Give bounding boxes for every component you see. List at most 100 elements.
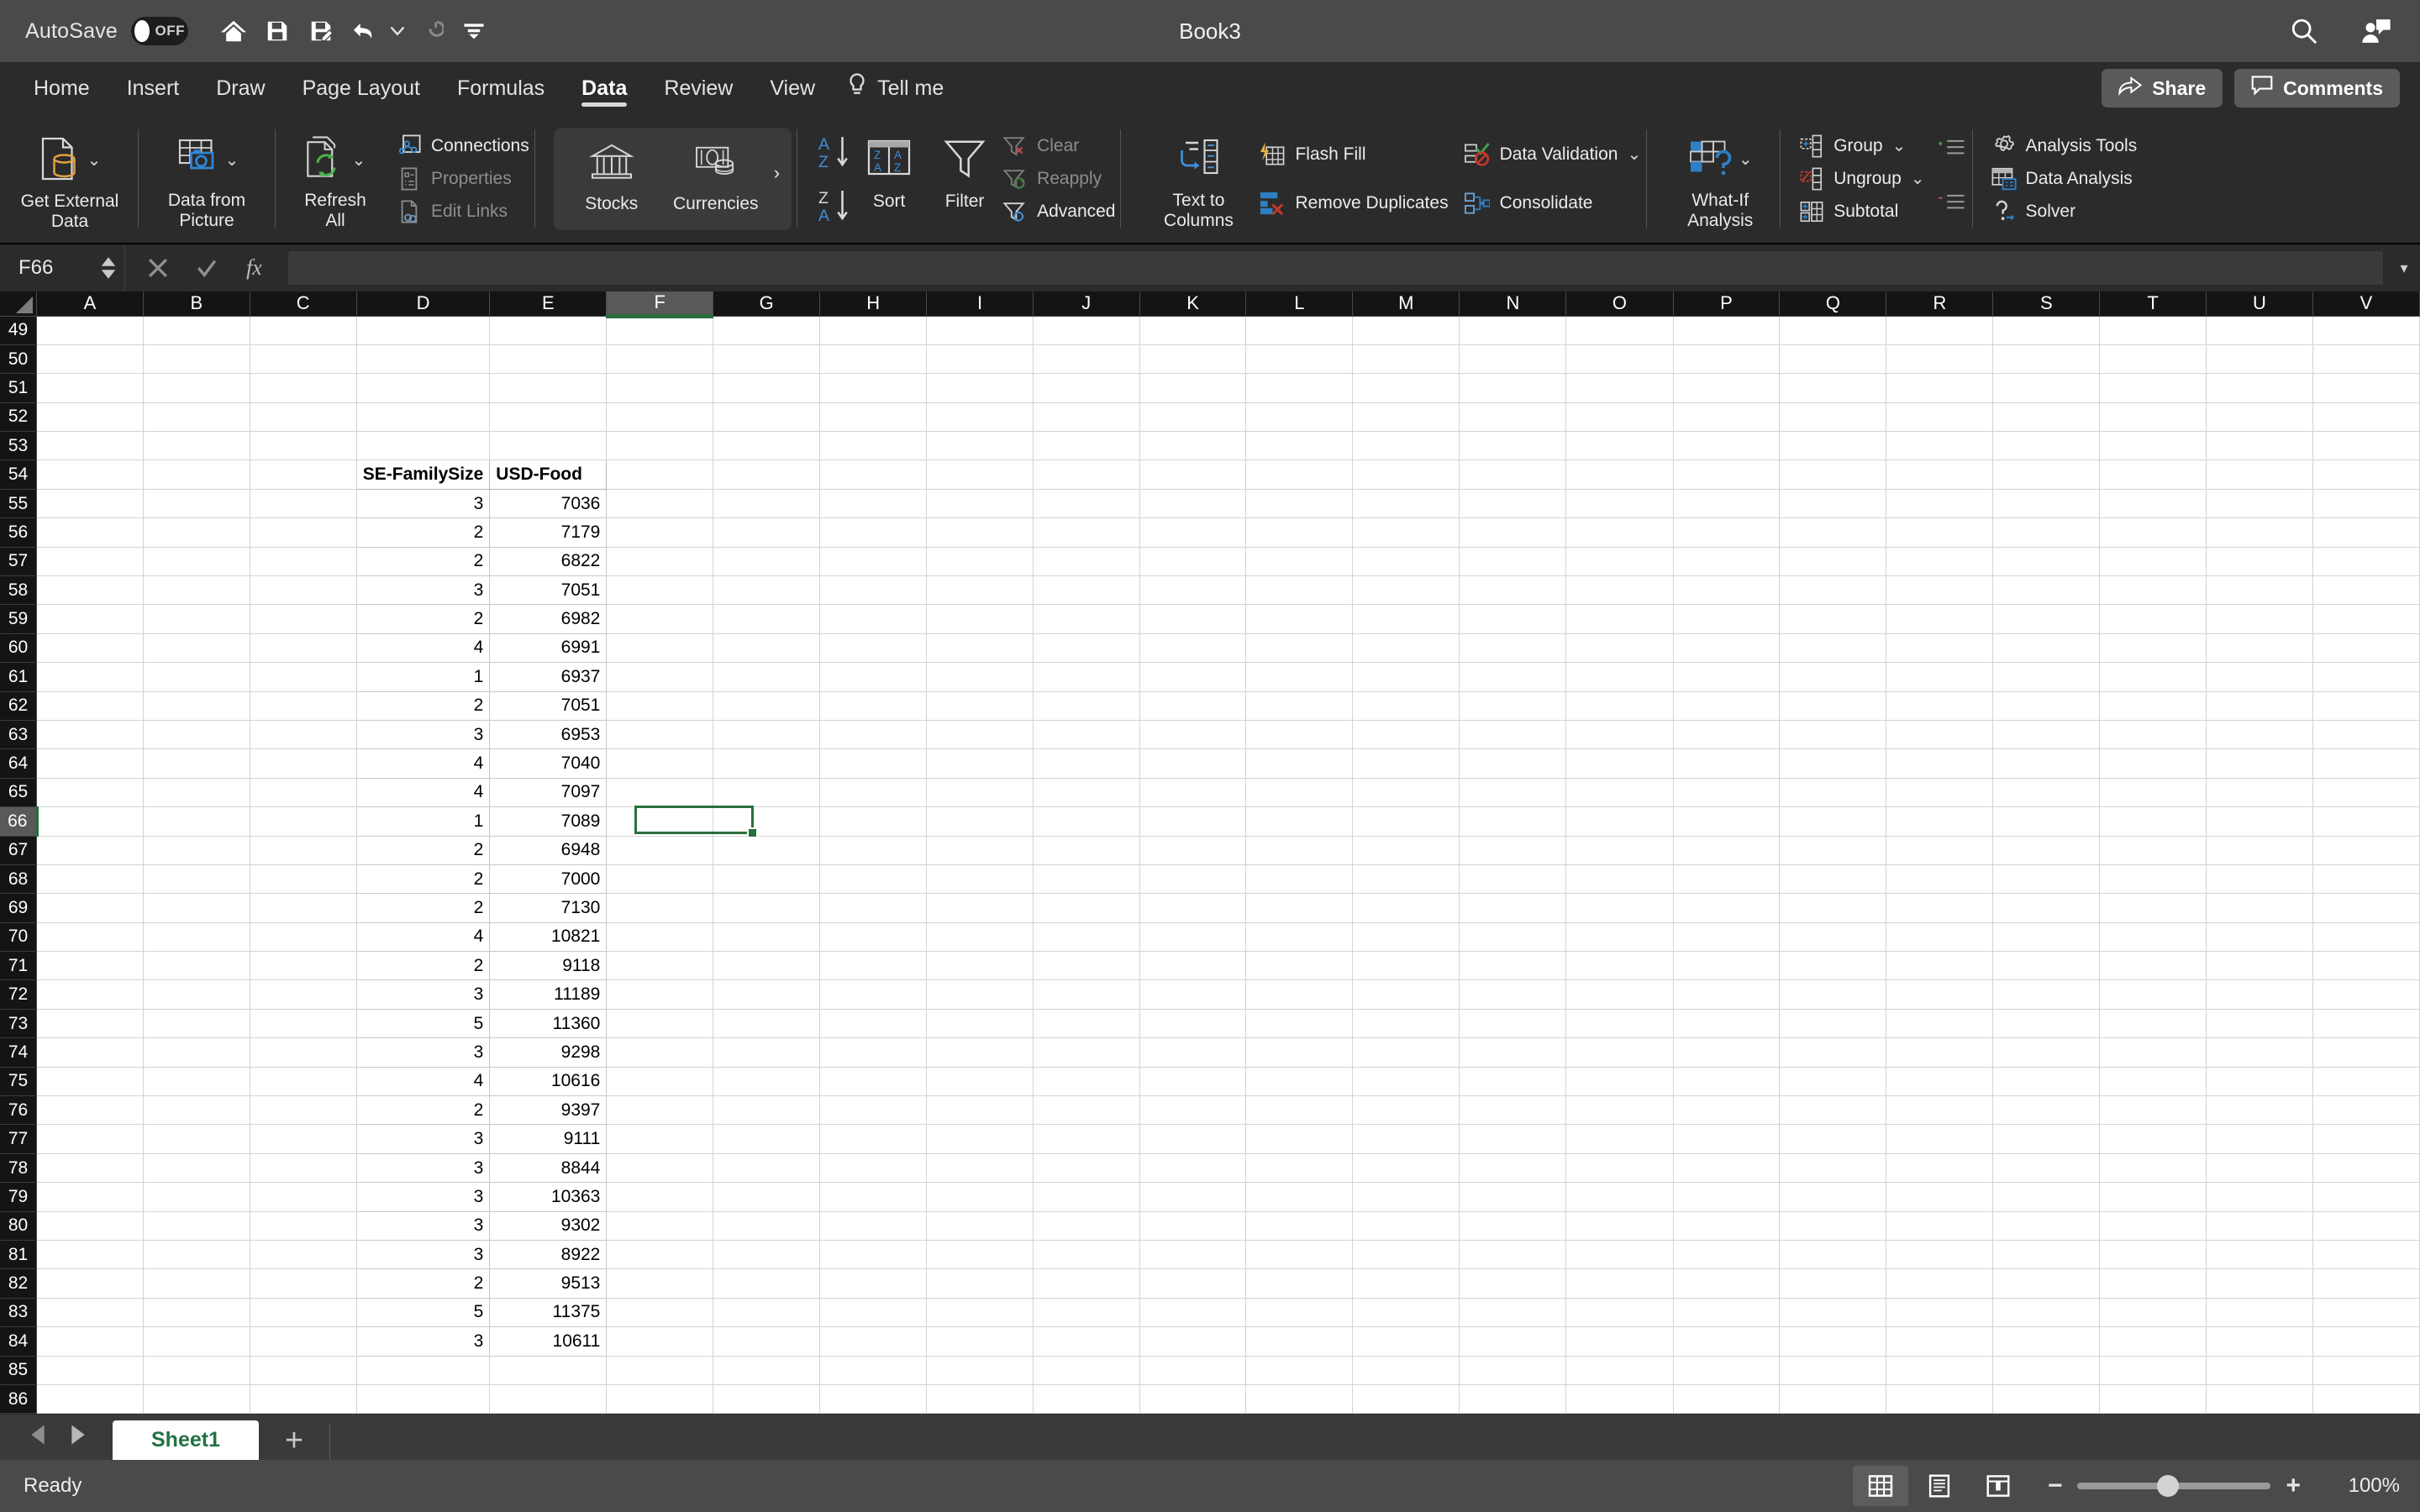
cell-Q67[interactable] xyxy=(1779,836,1887,865)
cell-U73[interactable] xyxy=(2206,1009,2313,1039)
cell-U79[interactable] xyxy=(2206,1182,2313,1212)
cell-N72[interactable] xyxy=(1459,979,1567,1010)
cell-K75[interactable] xyxy=(1139,1067,1247,1097)
column-header-M[interactable]: M xyxy=(1352,291,1460,317)
cell-A64[interactable] xyxy=(36,748,144,779)
cell-B66[interactable] xyxy=(143,806,250,837)
cell-N60[interactable] xyxy=(1459,633,1567,664)
cell-R65[interactable] xyxy=(1886,778,1994,808)
cell-C80[interactable] xyxy=(250,1211,357,1242)
cell-M55[interactable] xyxy=(1352,489,1460,519)
cell-U76[interactable] xyxy=(2206,1095,2313,1126)
remove-duplicates-button[interactable]: Remove Duplicates xyxy=(1257,186,1449,220)
column-header-D[interactable]: D xyxy=(356,291,491,317)
cell-M61[interactable] xyxy=(1352,662,1460,692)
cell-H74[interactable] xyxy=(819,1037,928,1068)
cell-U77[interactable] xyxy=(2206,1124,2313,1154)
cell-M84[interactable] xyxy=(1352,1326,1460,1357)
cell-S82[interactable] xyxy=(1992,1268,2101,1299)
row-header-53[interactable]: 53 xyxy=(0,431,38,461)
cell-O63[interactable] xyxy=(1565,720,1674,750)
cell-J52[interactable] xyxy=(1033,402,1140,433)
cell-E64[interactable]: 7040 xyxy=(489,748,608,779)
cell-J73[interactable] xyxy=(1033,1009,1140,1039)
cell-U75[interactable] xyxy=(2206,1067,2313,1097)
cell-A55[interactable] xyxy=(36,489,144,519)
cell-E56[interactable]: 7179 xyxy=(489,517,608,548)
cell-J84[interactable] xyxy=(1033,1326,1140,1357)
share-button[interactable]: Share xyxy=(2102,69,2223,108)
cell-T62[interactable] xyxy=(2099,691,2207,721)
cell-V58[interactable] xyxy=(2312,575,2420,606)
cell-H76[interactable] xyxy=(819,1095,928,1126)
cell-L73[interactable] xyxy=(1245,1009,1354,1039)
cell-A61[interactable] xyxy=(36,662,144,692)
cell-V61[interactable] xyxy=(2312,662,2420,692)
cell-T81[interactable] xyxy=(2099,1240,2207,1270)
cell-L51[interactable] xyxy=(1245,373,1354,403)
cell-J74[interactable] xyxy=(1033,1037,1140,1068)
analysis-tools-button[interactable]: Analysis Tools xyxy=(1991,133,2137,160)
cell-V57[interactable] xyxy=(2312,547,2420,577)
cell-L85[interactable] xyxy=(1245,1356,1354,1385)
column-header-K[interactable]: K xyxy=(1139,291,1247,317)
cell-U72[interactable] xyxy=(2206,979,2313,1010)
cell-C85[interactable] xyxy=(250,1356,357,1385)
cell-A58[interactable] xyxy=(36,575,144,606)
cell-I74[interactable] xyxy=(926,1037,1034,1068)
comments-button[interactable]: Comments xyxy=(2234,69,2400,108)
cell-N67[interactable] xyxy=(1459,836,1567,865)
cell-U62[interactable] xyxy=(2206,691,2313,721)
cell-K68[interactable] xyxy=(1139,864,1247,895)
cell-O53[interactable] xyxy=(1565,431,1674,461)
cell-S60[interactable] xyxy=(1992,633,2101,664)
cell-U70[interactable] xyxy=(2206,922,2313,953)
cell-O84[interactable] xyxy=(1565,1326,1674,1357)
cell-A74[interactable] xyxy=(36,1037,144,1068)
cell-T70[interactable] xyxy=(2099,922,2207,953)
column-header-R[interactable]: R xyxy=(1886,291,1994,317)
cell-U63[interactable] xyxy=(2206,720,2313,750)
cell-G78[interactable] xyxy=(713,1153,821,1184)
cell-V63[interactable] xyxy=(2312,720,2420,750)
cell-K62[interactable] xyxy=(1139,691,1247,721)
cell-F52[interactable] xyxy=(606,402,714,433)
cell-T58[interactable] xyxy=(2099,575,2207,606)
cell-K82[interactable] xyxy=(1139,1268,1247,1299)
cell-T57[interactable] xyxy=(2099,547,2207,577)
cell-J83[interactable] xyxy=(1033,1298,1140,1328)
cell-Q69[interactable] xyxy=(1779,893,1887,923)
cell-H80[interactable] xyxy=(819,1211,928,1242)
cell-R51[interactable] xyxy=(1886,373,1994,403)
cell-J67[interactable] xyxy=(1033,836,1140,865)
cell-I75[interactable] xyxy=(926,1067,1034,1097)
cell-L76[interactable] xyxy=(1245,1095,1354,1126)
cell-E71[interactable]: 9118 xyxy=(489,951,608,981)
cell-B73[interactable] xyxy=(143,1009,250,1039)
row-header-76[interactable]: 76 xyxy=(0,1095,38,1126)
cell-N85[interactable] xyxy=(1459,1356,1567,1385)
cell-I81[interactable] xyxy=(926,1240,1034,1270)
cell-P50[interactable] xyxy=(1673,344,1781,375)
cell-T73[interactable] xyxy=(2099,1009,2207,1039)
next-sheet-icon[interactable] xyxy=(69,1424,87,1450)
cell-I66[interactable] xyxy=(926,806,1034,837)
cell-A60[interactable] xyxy=(36,633,144,664)
cell-D61[interactable]: 1 xyxy=(355,662,491,692)
cell-D60[interactable]: 4 xyxy=(355,633,491,664)
cell-P72[interactable] xyxy=(1673,979,1781,1010)
cell-V79[interactable] xyxy=(2312,1182,2420,1212)
cell-A68[interactable] xyxy=(36,864,144,895)
cell-L54[interactable] xyxy=(1245,459,1354,490)
tab-view[interactable]: View xyxy=(751,62,834,114)
cell-P58[interactable] xyxy=(1673,575,1781,606)
cell-P52[interactable] xyxy=(1673,402,1781,433)
cell-S67[interactable] xyxy=(1992,836,2101,865)
cell-Q72[interactable] xyxy=(1779,979,1887,1010)
cell-M75[interactable] xyxy=(1352,1067,1460,1097)
cell-V76[interactable] xyxy=(2312,1095,2420,1126)
cell-A54[interactable] xyxy=(36,459,144,490)
cell-B76[interactable] xyxy=(143,1095,250,1126)
cell-D70[interactable]: 4 xyxy=(355,921,491,953)
cell-S61[interactable] xyxy=(1992,662,2101,692)
